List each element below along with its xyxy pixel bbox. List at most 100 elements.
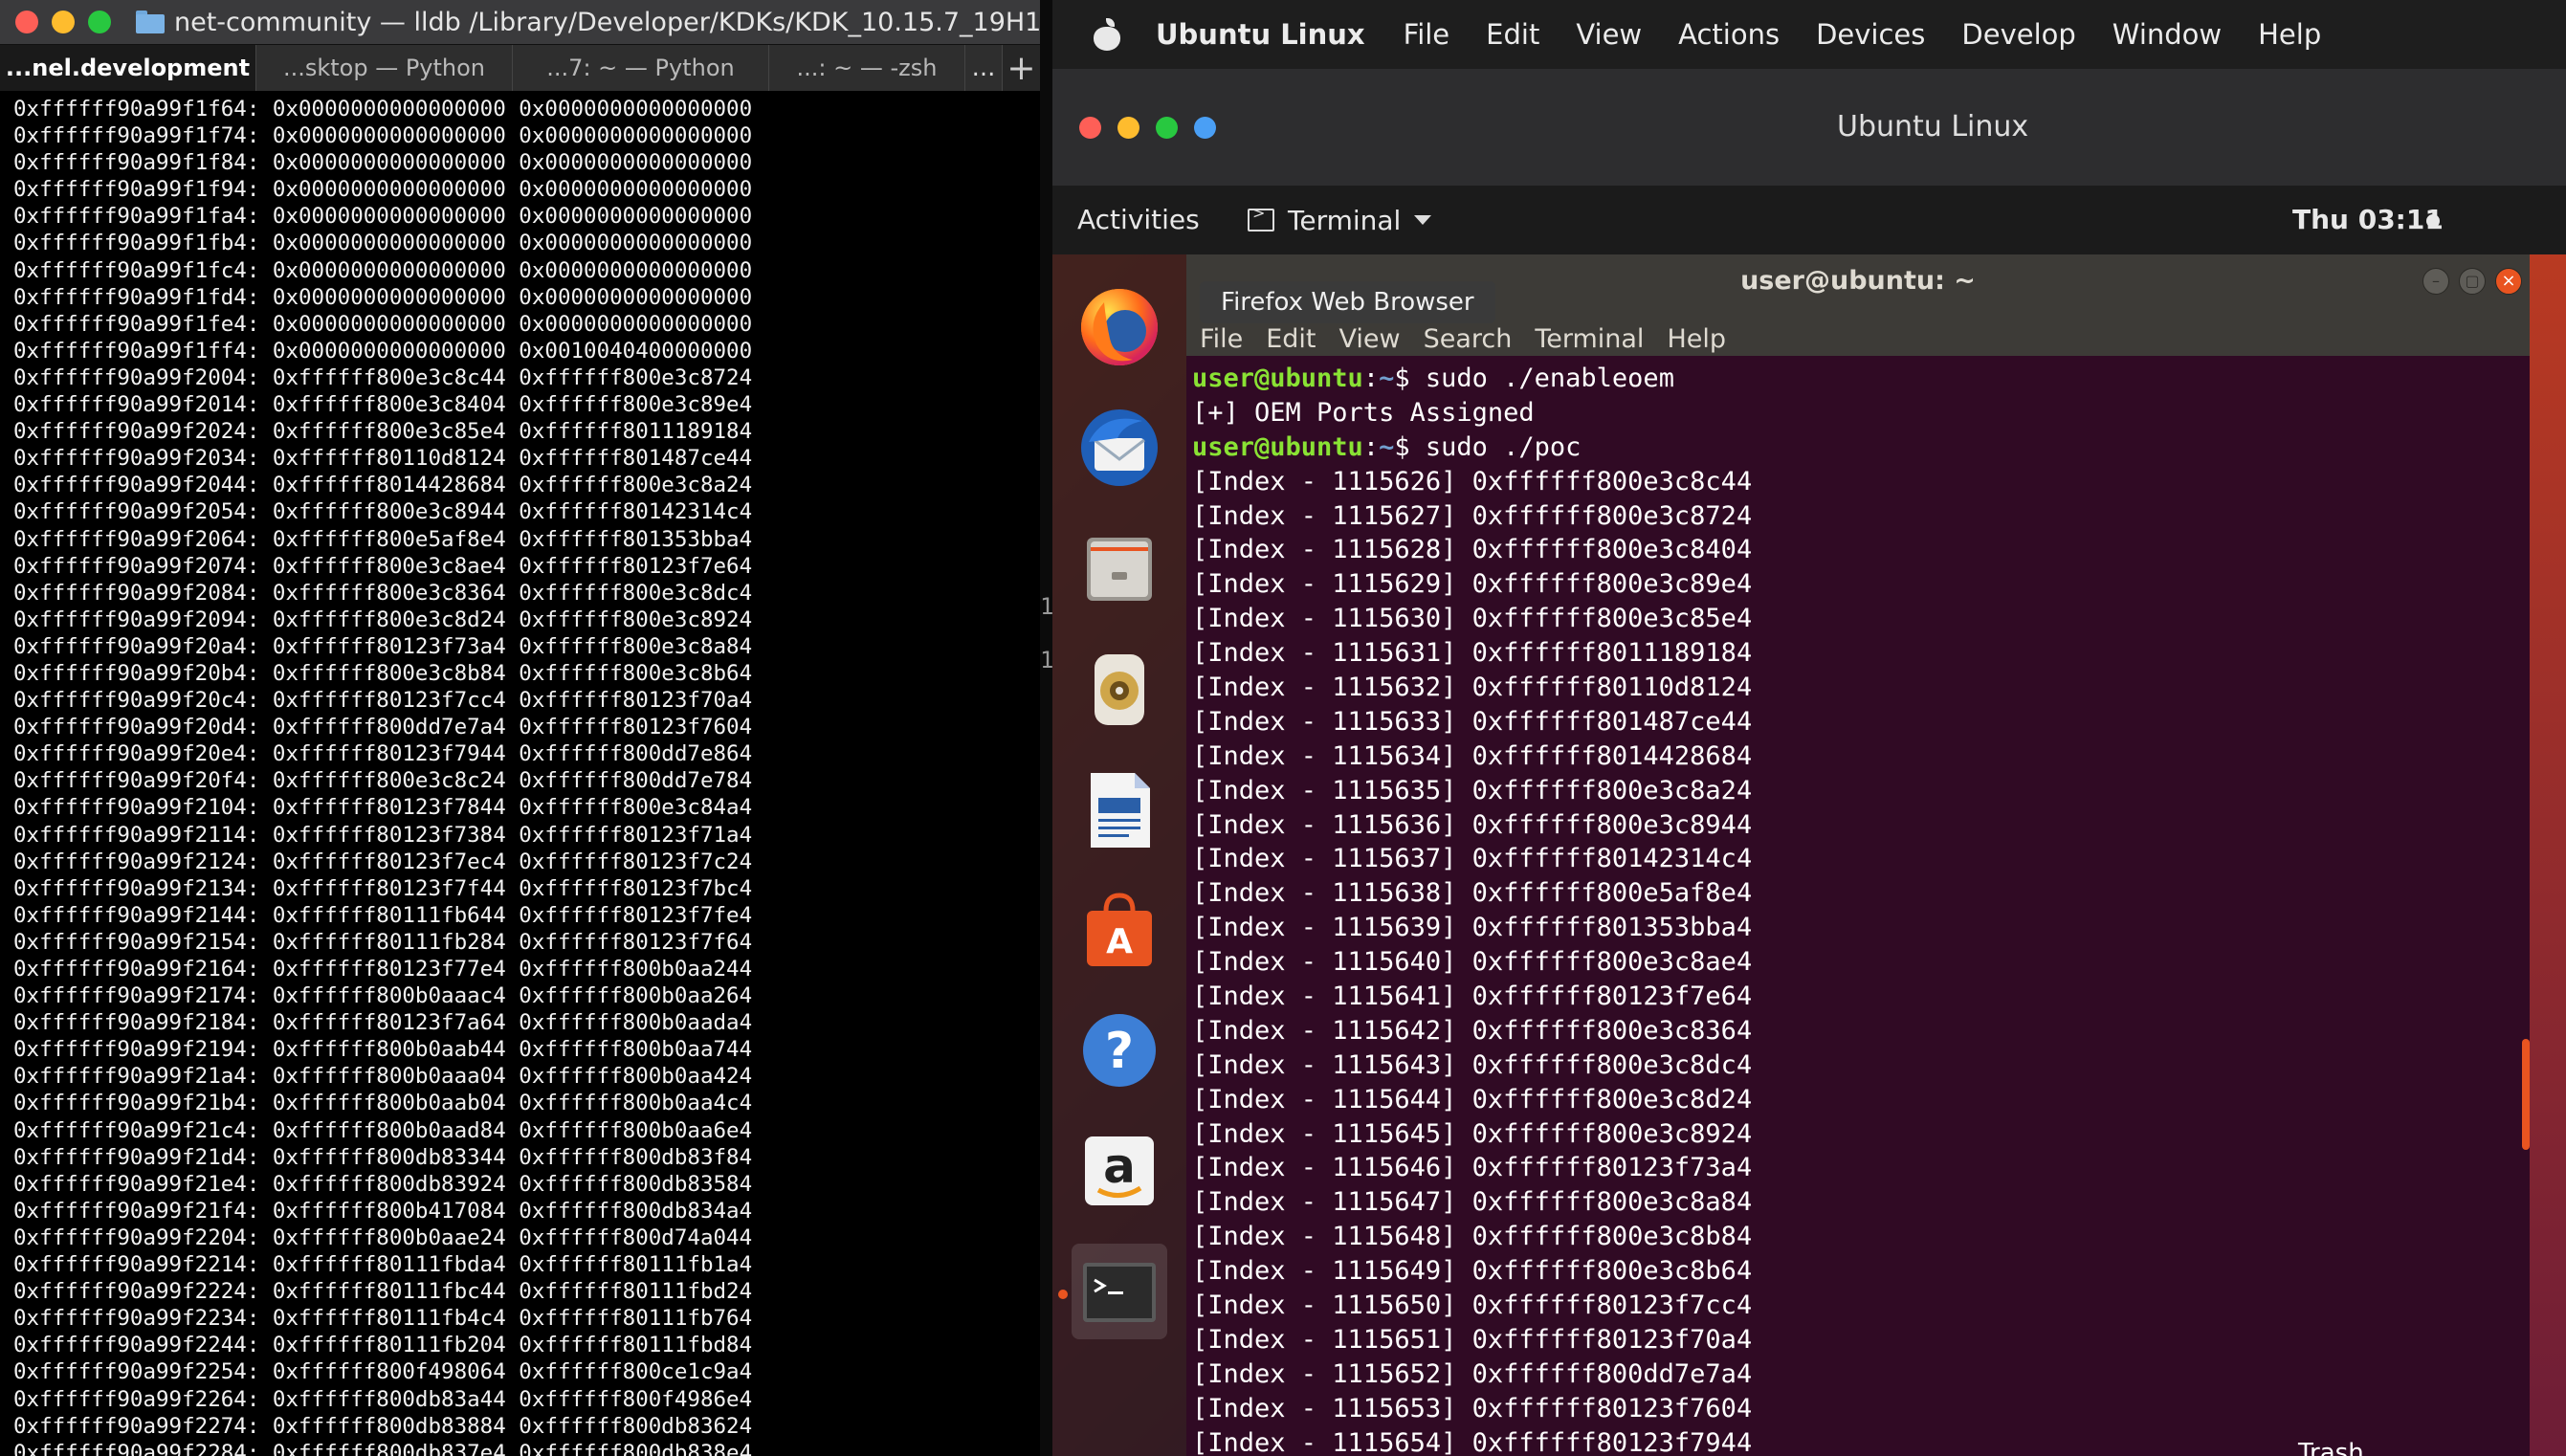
memory-dump-line: 0xffffff90a99f21f4: 0xffffff800b417084 0… <box>13 1198 753 1224</box>
terminal-menu-help[interactable]: Help <box>1667 324 1726 354</box>
terminal-maximize-button[interactable]: ▢ <box>2459 268 2486 295</box>
index-output-line: [Index - 1115626] 0xffffff800e3c8c44 <box>1192 466 1753 496</box>
output-line: [+] OEM Ports Assigned <box>1192 397 1535 428</box>
memory-dump-line: 0xffffff90a99f2274: 0xffffff800db83884 0… <box>13 1413 753 1439</box>
terminal-minimize-button[interactable]: – <box>2422 268 2449 295</box>
index-output-line: [Index - 1115635] 0xffffff800e3c8a24 <box>1192 775 1753 805</box>
dock-firefox[interactable] <box>1072 279 1167 375</box>
dock-terminal[interactable] <box>1072 1244 1167 1339</box>
vm-close-button[interactable] <box>1079 117 1101 139</box>
minimize-window-button[interactable] <box>52 11 75 33</box>
terminal-menu-search[interactable]: Search <box>1424 324 1513 354</box>
vm-titlebar[interactable]: Ubuntu Linux <box>1052 69 2566 186</box>
terminal-menu-edit[interactable]: Edit <box>1266 324 1316 354</box>
svg-text:?: ? <box>1105 1023 1134 1080</box>
memory-dump-line: 0xffffff90a99f2044: 0xffffff8014428684 0… <box>13 473 753 498</box>
terminal-close-button[interactable]: × <box>2495 268 2522 295</box>
index-output-line: [Index - 1115630] 0xffffff800e3c85e4 <box>1192 604 1753 634</box>
dock-help[interactable]: ? <box>1072 1003 1167 1098</box>
menu-view[interactable]: View <box>1576 18 1642 51</box>
memory-dump-line: 0xffffff90a99f1f84: 0x0000000000000000 0… <box>13 150 753 176</box>
tab-zsh[interactable]: ...: ~ — -zsh <box>769 45 965 91</box>
tab-kernel-development[interactable]: ...nel.development <box>0 45 256 91</box>
index-output-line: [Index - 1115633] 0xffffff801487ce44 <box>1192 706 1753 737</box>
terminal-content[interactable]: user@ubuntu:~$ sudo ./enableoem [+] OEM … <box>1192 362 2530 1456</box>
terminal-menu-terminal[interactable]: Terminal <box>1535 324 1644 354</box>
writer-icon <box>1091 773 1150 848</box>
prompt-user: user@ubuntu <box>1192 431 1363 462</box>
memory-dump-line: 0xffffff90a99f2264: 0xffffff800db83a44 0… <box>13 1386 753 1412</box>
memory-dump-line: 0xffffff90a99f2144: 0xffffff80111fb644 0… <box>13 902 753 928</box>
prompt-path: ~ <box>1379 431 1395 462</box>
menu-app-name[interactable]: Ubuntu Linux <box>1156 18 1365 51</box>
index-output-line: [Index - 1115652] 0xffffff800dd7e7a4 <box>1192 1358 1753 1389</box>
index-output-line: [Index - 1115643] 0xffffff800e3c8dc4 <box>1192 1049 1753 1080</box>
memory-dump-line: 0xffffff90a99f2094: 0xffffff800e3c8d24 0… <box>13 607 753 632</box>
tab-overflow-button[interactable]: ... <box>965 45 1002 91</box>
dock-writer[interactable] <box>1072 761 1167 857</box>
command-line: user@ubuntu:~$ sudo ./poc <box>1192 431 1582 462</box>
dock-tooltip: Firefox Web Browser <box>1200 281 1495 323</box>
memory-dump-line: 0xffffff90a99f21c4: 0xffffff800b0aad84 0… <box>13 1117 753 1143</box>
dock-files[interactable] <box>1072 520 1167 616</box>
iterm-titlebar[interactable]: net-community — lldb /Library/Developer/… <box>0 0 1040 44</box>
command-text: sudo ./poc <box>1425 431 1582 462</box>
vm-window: Ubuntu Linux Activities Terminal Thu 03:… <box>1052 69 2566 1456</box>
index-output-line: [Index - 1115653] 0xffffff80123f7604 <box>1192 1393 1753 1423</box>
index-output-line: [Index - 1115639] 0xffffff801353bba4 <box>1192 913 1753 943</box>
vm-fullscreen-button[interactable] <box>1194 117 1216 139</box>
dock-thunderbird[interactable] <box>1072 400 1167 496</box>
menu-devices[interactable]: Devices <box>1816 18 1925 51</box>
dock-software[interactable]: A <box>1072 882 1167 978</box>
desktop-wallpaper-strip <box>2530 254 2566 1456</box>
ubuntu-desktop: Activities Terminal Thu 03:11 <box>1052 186 2566 1456</box>
command-line: user@ubuntu:~$ sudo ./enableoem <box>1192 364 1674 393</box>
index-output-line: [Index - 1115648] 0xffffff800e3c8b84 <box>1192 1222 1753 1252</box>
window-title: net-community — lldb /Library/Developer/… <box>174 7 1040 37</box>
index-output-line: [Index - 1115631] 0xffffff8011189184 <box>1192 638 1753 669</box>
memory-dump-line: 0xffffff90a99f1fc4: 0x0000000000000000 0… <box>13 257 753 283</box>
memory-dump-line: 0xffffff90a99f1f64: 0x0000000000000000 0… <box>13 97 753 121</box>
menu-actions[interactable]: Actions <box>1678 18 1780 51</box>
terminal-menu-view[interactable]: View <box>1338 324 1400 354</box>
memory-dump-line: 0xffffff90a99f2034: 0xffffff80110d8124 0… <box>13 446 753 472</box>
memory-dump-line: 0xffffff90a99f20e4: 0xffffff80123f7944 0… <box>13 741 753 767</box>
tab-home-python[interactable]: ...7: ~ — Python <box>513 45 769 91</box>
memory-dump-line: 0xffffff90a99f2204: 0xffffff800b0aae24 0… <box>13 1224 753 1250</box>
tab-bar: ...nel.development ...sktop — Python ...… <box>0 44 1040 91</box>
activities-button[interactable]: Activities <box>1077 186 1200 254</box>
terminal-scrollbar[interactable] <box>2522 1039 2530 1150</box>
menu-file[interactable]: File <box>1404 18 1450 51</box>
menu-help[interactable]: Help <box>2258 18 2321 51</box>
index-output-line: [Index - 1115647] 0xffffff800e3c8a84 <box>1192 1187 1753 1218</box>
vm-minimize-button[interactable] <box>1117 117 1139 139</box>
new-tab-button[interactable]: + <box>1002 45 1040 91</box>
memory-dump-line: 0xffffff90a99f2124: 0xffffff80123f7ec4 0… <box>13 849 753 874</box>
close-window-button[interactable] <box>15 11 38 33</box>
dock-rhythmbox[interactable] <box>1072 641 1167 737</box>
help-icon: ? <box>1083 1014 1156 1087</box>
zoom-window-button[interactable] <box>88 11 111 33</box>
memory-dump-line: 0xffffff90a99f21e4: 0xffffff800db83924 0… <box>13 1171 753 1197</box>
terminal-output[interactable]: 0xffffff90a99f1f64: 0x0000000000000000 0… <box>13 96 1040 1456</box>
split-divider[interactable]: 1 1 <box>1040 0 1053 1456</box>
memory-dump-line: 0xffffff90a99f20f4: 0xffffff800e3c8c24 0… <box>13 768 753 794</box>
vm-zoom-button[interactable] <box>1156 117 1178 139</box>
trash-label[interactable]: Trash <box>2298 1439 2364 1456</box>
memory-dump-line: 0xffffff90a99f1fd4: 0x0000000000000000 0… <box>13 284 753 310</box>
prompt-path: ~ <box>1379 364 1395 393</box>
index-output-line: [Index - 1115638] 0xffffff800e5af8e4 <box>1192 878 1753 909</box>
memory-dump-line: 0xffffff90a99f1fe4: 0x0000000000000000 0… <box>13 311 753 337</box>
app-menu-terminal[interactable]: Terminal <box>1248 186 1432 254</box>
menu-window[interactable]: Window <box>2113 18 2222 51</box>
tab-desktop-python[interactable]: ...sktop — Python <box>256 45 513 91</box>
terminal-menu-file[interactable]: File <box>1200 324 1243 354</box>
apple-icon[interactable] <box>1093 18 1121 51</box>
menu-develop[interactable]: Develop <box>1961 18 2075 51</box>
menu-edit[interactable]: Edit <box>1486 18 1539 51</box>
index-output-line: [Index - 1115649] 0xffffff800e3c8b64 <box>1192 1256 1753 1287</box>
clock[interactable]: Thu 03:11 <box>2292 186 2444 254</box>
dock-amazon[interactable]: a <box>1072 1123 1167 1219</box>
firefox-icon <box>1081 289 1158 365</box>
index-output-line: [Index - 1115645] 0xffffff800e3c8924 <box>1192 1118 1753 1149</box>
